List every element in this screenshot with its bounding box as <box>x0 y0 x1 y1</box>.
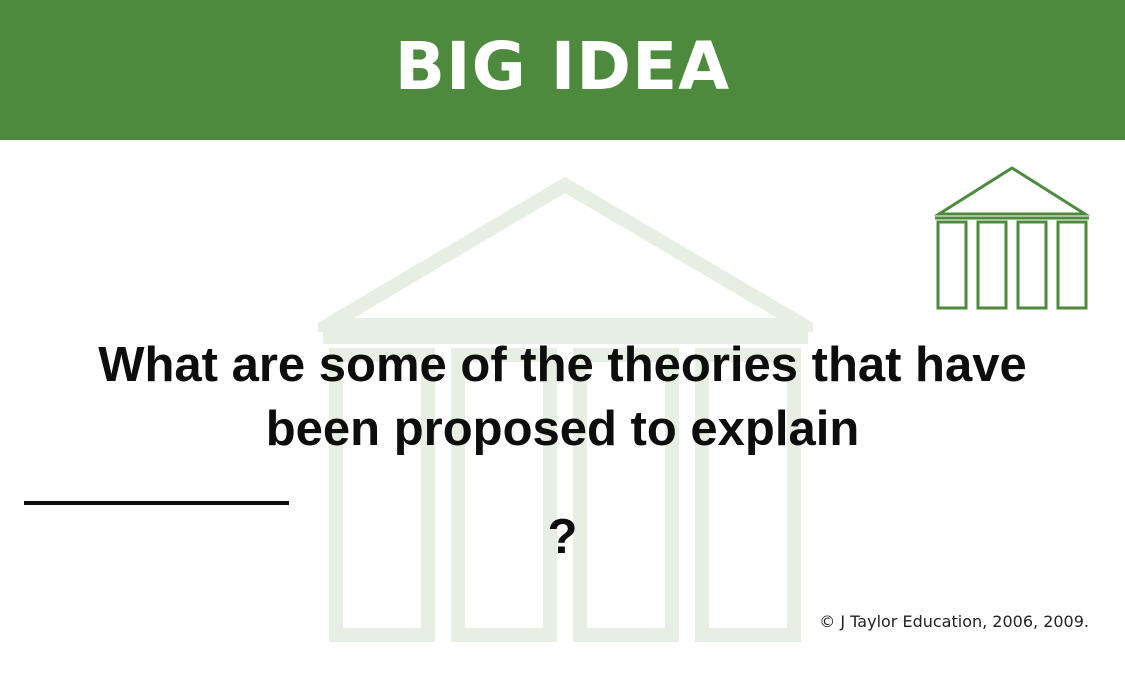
banner-title: BIG IDEA <box>394 27 731 105</box>
question-line-2-text: been proposed to explain <box>265 402 860 456</box>
copyright-notice: © J Taylor Education, 2006, 2009. <box>819 612 1089 631</box>
answer-blank <box>24 461 289 505</box>
question-text: What are some of the theories that have … <box>20 333 1105 569</box>
header-banner: BIG IDEA <box>0 0 1125 140</box>
question-mark: ? <box>547 510 578 564</box>
temple-icon <box>933 166 1091 310</box>
question-line-2: been proposed to explain? <box>20 397 1105 569</box>
question-line-1: What are some of the theories that have <box>98 338 1027 392</box>
